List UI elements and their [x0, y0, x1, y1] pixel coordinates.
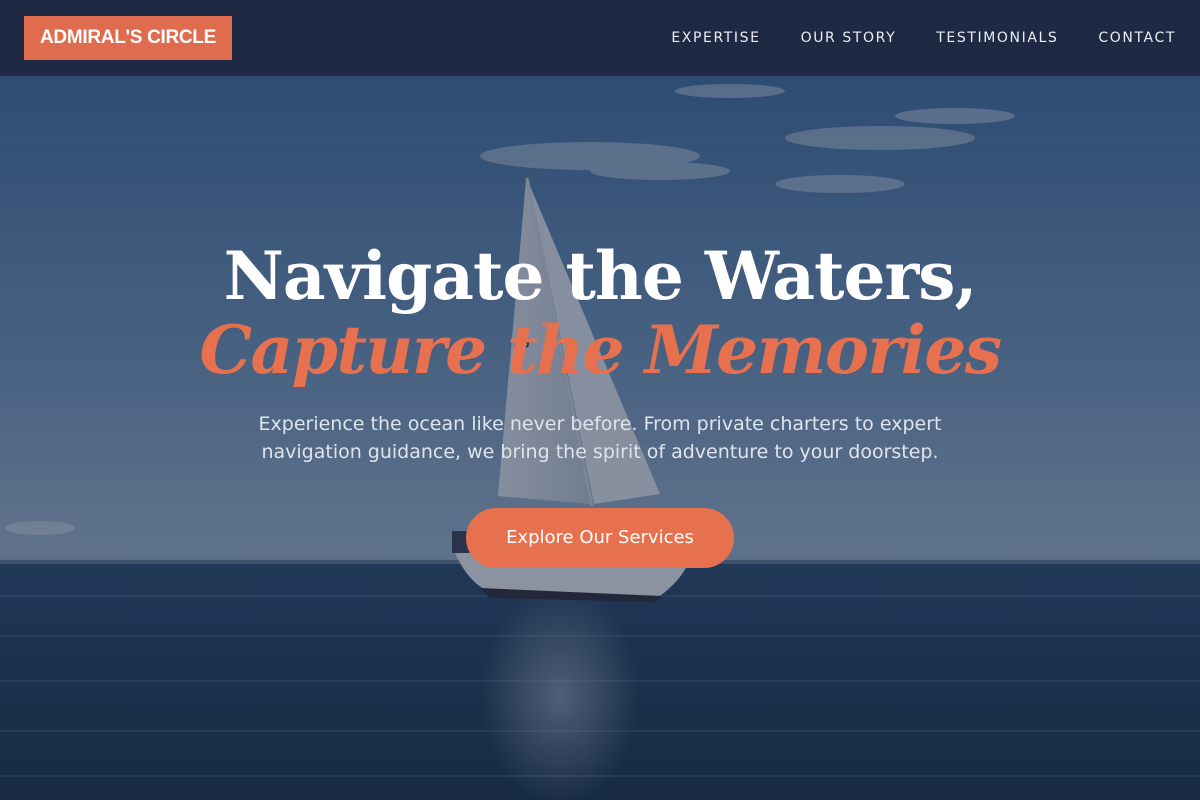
nav-link-contact[interactable]: CONTACT	[1098, 30, 1176, 46]
hero-subtext: Experience the ocean like never before. …	[258, 413, 942, 463]
nav-link-testimonials[interactable]: TESTIMONIALS	[936, 30, 1058, 46]
main-nav: EXPERTISE OUR STORY TESTIMONIALS CONTACT	[671, 30, 1176, 46]
hero-headline-line2: Capture the Memories	[199, 311, 1003, 389]
hero-content: Navigate the Waters, Capture the Memorie…	[0, 240, 1200, 568]
top-navbar: ADMIRAL'S CIRCLE EXPERTISE OUR STORY TES…	[0, 0, 1200, 76]
nav-link-expertise[interactable]: EXPERTISE	[671, 30, 760, 46]
hero-section: 89 Navigate the Waters, Capture the Memo…	[0, 76, 1200, 800]
explore-services-button[interactable]: Explore Our Services	[466, 508, 734, 568]
nav-link-our-story[interactable]: OUR STORY	[801, 30, 897, 46]
brand-logo[interactable]: ADMIRAL'S CIRCLE	[24, 16, 232, 60]
page: ADMIRAL'S CIRCLE EXPERTISE OUR STORY TES…	[0, 0, 1200, 800]
hero-headline-line1: Navigate the Waters,	[223, 237, 978, 315]
